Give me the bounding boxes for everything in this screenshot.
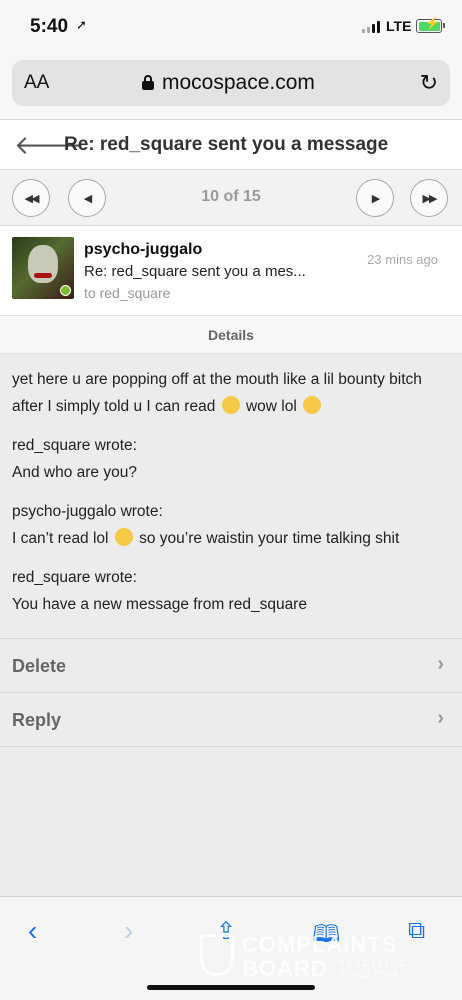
quote-header: red_square wrote: [12, 437, 137, 454]
quote-text: so you’re waistin your time talking shit [139, 530, 400, 547]
battery-icon: ⚡ [416, 16, 445, 33]
status-time: 5:40 [30, 16, 69, 37]
quote-header: red_square wrote: [12, 569, 137, 586]
message-subject: Re: red_square sent you a mes... [84, 263, 306, 280]
address-bar[interactable]: AA mocospace.com ↻ [12, 60, 450, 106]
page-title: Re: red_square sent you a message [64, 134, 389, 155]
delete-label: Delete [12, 656, 67, 676]
network-type: LTE [386, 18, 412, 34]
reload-icon[interactable]: ↻ [420, 70, 438, 96]
message-pager: ◀◀ ◀ 10 of 15 ▶ ▶▶ [0, 170, 462, 226]
quoted-message: red_square wrote: And who are you? [12, 432, 450, 486]
watermark-line2: BOARD [242, 956, 328, 981]
charging-bolt-icon: ⚡ [425, 16, 440, 30]
next-message-button[interactable]: ▶ [356, 179, 394, 217]
url-domain[interactable]: mocospace.com [162, 71, 315, 95]
message-body: yet here u are popping off at the mouth … [0, 354, 462, 638]
delete-button[interactable]: Delete › [0, 638, 462, 692]
message-timestamp: 23 mins ago [367, 252, 438, 267]
chevron-right-icon: ▶ [371, 192, 381, 205]
browser-forward-icon[interactable]: › [124, 915, 133, 947]
text-size-button[interactable]: AA [24, 72, 49, 94]
quote-header: psycho-juggalo wrote: [12, 503, 163, 520]
quote-text: You have a new message from red_square [12, 596, 307, 613]
chevron-right-icon: › [437, 707, 444, 729]
double-chevron-right-icon: ▶▶ [422, 192, 438, 205]
location-arrow-icon: ➚ [76, 17, 87, 32]
status-bar: 5:40 ➚ LTE ⚡ [0, 0, 462, 52]
body-paragraph: yet here u are popping off at the mouth … [12, 366, 450, 420]
watermark-tag2: SINCE 2004 [338, 969, 399, 979]
home-indicator [147, 985, 315, 990]
details-toggle[interactable]: Details [0, 316, 462, 354]
body-line-tail: wow lol [245, 398, 297, 415]
online-status-icon [60, 285, 71, 296]
quote-text: And who are you? [12, 464, 137, 481]
shield-logo-icon [200, 934, 234, 976]
complaints-board-watermark: COMPLAINTS BOARD RESOLVING SINCE 2004 [200, 932, 420, 981]
laughing-emoji-icon [303, 396, 322, 414]
quote-text: I can’t read lol [12, 530, 109, 547]
reply-label: Reply [12, 710, 62, 730]
sender-name[interactable]: psycho-juggalo [84, 241, 202, 259]
last-message-button[interactable]: ▶▶ [410, 179, 448, 217]
reply-button[interactable]: Reply › [0, 692, 462, 746]
eye-roll-emoji-icon [221, 396, 240, 414]
avatar[interactable] [12, 237, 74, 299]
quoted-message: red_square wrote: You have a new message… [12, 564, 450, 618]
laughing-emoji-icon [114, 528, 133, 546]
browser-address-area: AA mocospace.com ↻ [0, 52, 462, 120]
body-line: yet here u are popping off at the mouth … [12, 371, 422, 415]
recipient-line: to red_square [84, 285, 171, 301]
chevron-right-icon: › [437, 653, 444, 675]
quoted-message: psycho-juggalo wrote: I can’t read lol s… [12, 498, 450, 552]
browser-back-icon[interactable]: ‹ [28, 915, 37, 947]
page-empty-area [0, 746, 462, 896]
watermark-line1: COMPLAINTS [242, 932, 398, 957]
lock-icon [142, 75, 154, 90]
cellular-signal-icon [362, 21, 380, 33]
page-header: 🡐 Re: red_square sent you a message [0, 120, 462, 170]
watermark-tag1: RESOLVING [338, 958, 408, 968]
message-header: psycho-juggalo Re: red_square sent you a… [0, 226, 462, 316]
